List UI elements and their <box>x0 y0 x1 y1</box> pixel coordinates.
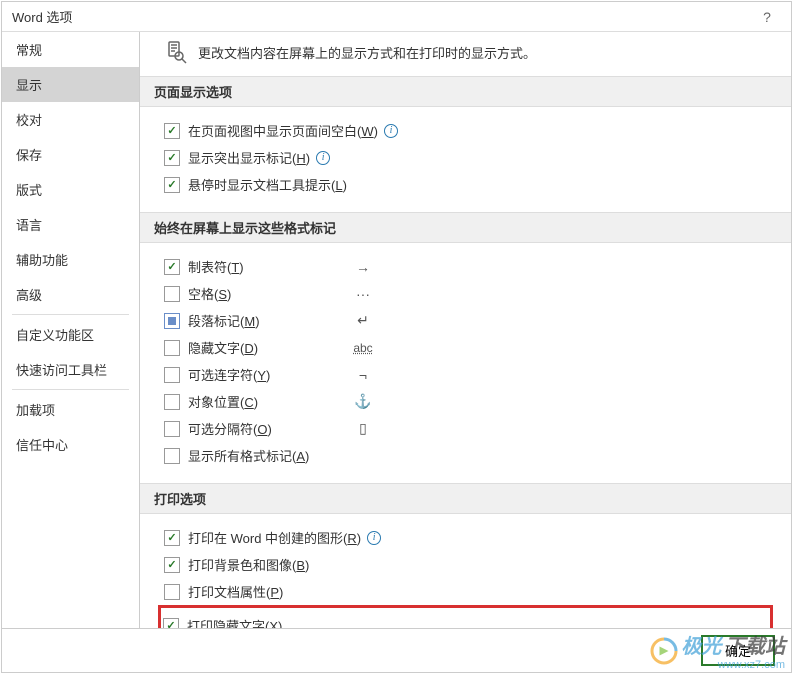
checkbox[interactable] <box>164 313 180 329</box>
sidebar-item-11[interactable]: 信任中心 <box>2 427 139 462</box>
format-symbol: ¬ <box>348 367 378 383</box>
option-label[interactable]: 制表符(T) <box>188 257 308 276</box>
sidebar-item-3[interactable]: 保存 <box>2 137 139 172</box>
option-label[interactable]: 打印隐藏文字(X) <box>187 616 307 628</box>
option-row: 对象位置(C) ⚓ <box>164 388 767 415</box>
option-label[interactable]: 可选连字符(Y) <box>188 365 308 384</box>
highlight-box: 打印隐藏文字(X) <box>158 605 773 628</box>
sidebar-item-5[interactable]: 语言 <box>2 207 139 242</box>
option-row: 打印文档属性(P) <box>164 578 767 605</box>
checkbox[interactable] <box>163 618 179 629</box>
sidebar-separator <box>12 389 129 390</box>
sidebar-item-label: 信任中心 <box>16 438 68 453</box>
option-label[interactable]: 可选分隔符(O) <box>188 419 308 438</box>
content-header: 更改文档内容在屏幕上的显示方式和在打印时的显示方式。 <box>140 32 791 76</box>
option-label[interactable]: 对象位置(C) <box>188 392 308 411</box>
format-symbol: ▯ <box>348 420 378 437</box>
sidebar-separator <box>12 314 129 315</box>
sidebar-item-6[interactable]: 辅助功能 <box>2 242 139 277</box>
checkbox[interactable] <box>164 421 180 437</box>
option-label[interactable]: 段落标记(M) <box>188 311 308 330</box>
format-symbol: ↵ <box>348 312 378 329</box>
section-title-format-marks: 始终在屏幕上显示这些格式标记 <box>140 212 791 243</box>
sidebar-item-8[interactable]: 自定义功能区 <box>2 317 139 352</box>
sidebar-item-label: 高级 <box>16 288 42 303</box>
content-pane: 更改文档内容在屏幕上的显示方式和在打印时的显示方式。 页面显示选项 在页面视图中… <box>140 32 791 628</box>
sidebar: 常规显示校对保存版式语言辅助功能高级自定义功能区快速访问工具栏加载项信任中心 <box>2 32 140 628</box>
titlebar: Word 选项 ? <box>2 2 791 32</box>
format-symbol: abc <box>348 341 378 355</box>
checkbox[interactable] <box>164 259 180 275</box>
sidebar-item-9[interactable]: 快速访问工具栏 <box>2 352 139 387</box>
option-label[interactable]: 打印背景色和图像(B) <box>188 555 309 574</box>
option-row: 显示突出显示标记(H) i <box>164 144 767 171</box>
sidebar-item-10[interactable]: 加载项 <box>2 392 139 427</box>
sidebar-item-label: 保存 <box>16 148 42 163</box>
ok-button[interactable]: 确定 <box>701 635 775 666</box>
format-symbol: ··· <box>348 286 378 302</box>
option-label[interactable]: 显示突出显示标记(H) <box>188 148 310 167</box>
option-row: 打印背景色和图像(B) <box>164 551 767 578</box>
sidebar-item-label: 语言 <box>16 218 42 233</box>
sidebar-item-label: 快速访问工具栏 <box>16 363 107 378</box>
option-label[interactable]: 显示所有格式标记(A) <box>188 446 309 465</box>
format-symbol: → <box>348 259 378 275</box>
checkbox[interactable] <box>164 584 180 600</box>
sidebar-item-label: 常规 <box>16 43 42 58</box>
section-title-page-display: 页面显示选项 <box>140 76 791 107</box>
sidebar-item-label: 辅助功能 <box>16 253 68 268</box>
checkbox[interactable] <box>164 530 180 546</box>
sidebar-item-7[interactable]: 高级 <box>2 277 139 312</box>
checkbox[interactable] <box>164 340 180 356</box>
checkbox[interactable] <box>164 557 180 573</box>
option-row: 在页面视图中显示页面间空白(W) i <box>164 117 767 144</box>
checkbox[interactable] <box>164 286 180 302</box>
help-button[interactable]: ? <box>753 9 781 25</box>
info-icon[interactable]: i <box>316 151 330 165</box>
content-header-text: 更改文档内容在屏幕上的显示方式和在打印时的显示方式。 <box>198 43 536 62</box>
option-row: 打印隐藏文字(X) <box>163 612 768 628</box>
option-row: 空格(S) ··· <box>164 280 767 307</box>
option-label[interactable]: 打印在 Word 中创建的图形(R) <box>188 528 361 547</box>
sidebar-item-0[interactable]: 常规 <box>2 32 139 67</box>
option-row: 可选分隔符(O) ▯ <box>164 415 767 442</box>
option-label[interactable]: 打印文档属性(P) <box>188 582 308 601</box>
option-label[interactable]: 空格(S) <box>188 284 308 303</box>
sidebar-item-label: 校对 <box>16 113 42 128</box>
sidebar-item-label: 版式 <box>16 183 42 198</box>
dialog-footer: 确定 <box>2 628 791 672</box>
option-label[interactable]: 悬停时显示文档工具提示(L) <box>188 175 347 194</box>
option-row: 隐藏文字(D) abc <box>164 334 767 361</box>
info-icon[interactable]: i <box>384 124 398 138</box>
sidebar-item-label: 加载项 <box>16 403 55 418</box>
option-row: 可选连字符(Y) ¬ <box>164 361 767 388</box>
sidebar-item-label: 显示 <box>16 78 42 93</box>
option-label[interactable]: 在页面视图中显示页面间空白(W) <box>188 121 378 140</box>
checkbox[interactable] <box>164 150 180 166</box>
checkbox[interactable] <box>164 123 180 139</box>
checkbox[interactable] <box>164 367 180 383</box>
info-icon[interactable]: i <box>367 531 381 545</box>
sidebar-item-4[interactable]: 版式 <box>2 172 139 207</box>
option-row: 段落标记(M) ↵ <box>164 307 767 334</box>
section-title-print: 打印选项 <box>140 483 791 514</box>
option-row: 悬停时显示文档工具提示(L) <box>164 171 767 198</box>
option-row: 打印在 Word 中创建的图形(R) i <box>164 524 767 551</box>
option-row: 显示所有格式标记(A) <box>164 442 767 469</box>
sidebar-item-1[interactable]: 显示 <box>2 67 139 102</box>
option-label[interactable]: 隐藏文字(D) <box>188 338 308 357</box>
page-view-icon <box>164 40 188 64</box>
sidebar-item-label: 自定义功能区 <box>16 328 94 343</box>
checkbox[interactable] <box>164 177 180 193</box>
option-row: 制表符(T) → <box>164 253 767 280</box>
sidebar-item-2[interactable]: 校对 <box>2 102 139 137</box>
checkbox[interactable] <box>164 448 180 464</box>
format-symbol: ⚓ <box>348 393 378 410</box>
dialog-title: Word 选项 <box>12 7 753 26</box>
checkbox[interactable] <box>164 394 180 410</box>
